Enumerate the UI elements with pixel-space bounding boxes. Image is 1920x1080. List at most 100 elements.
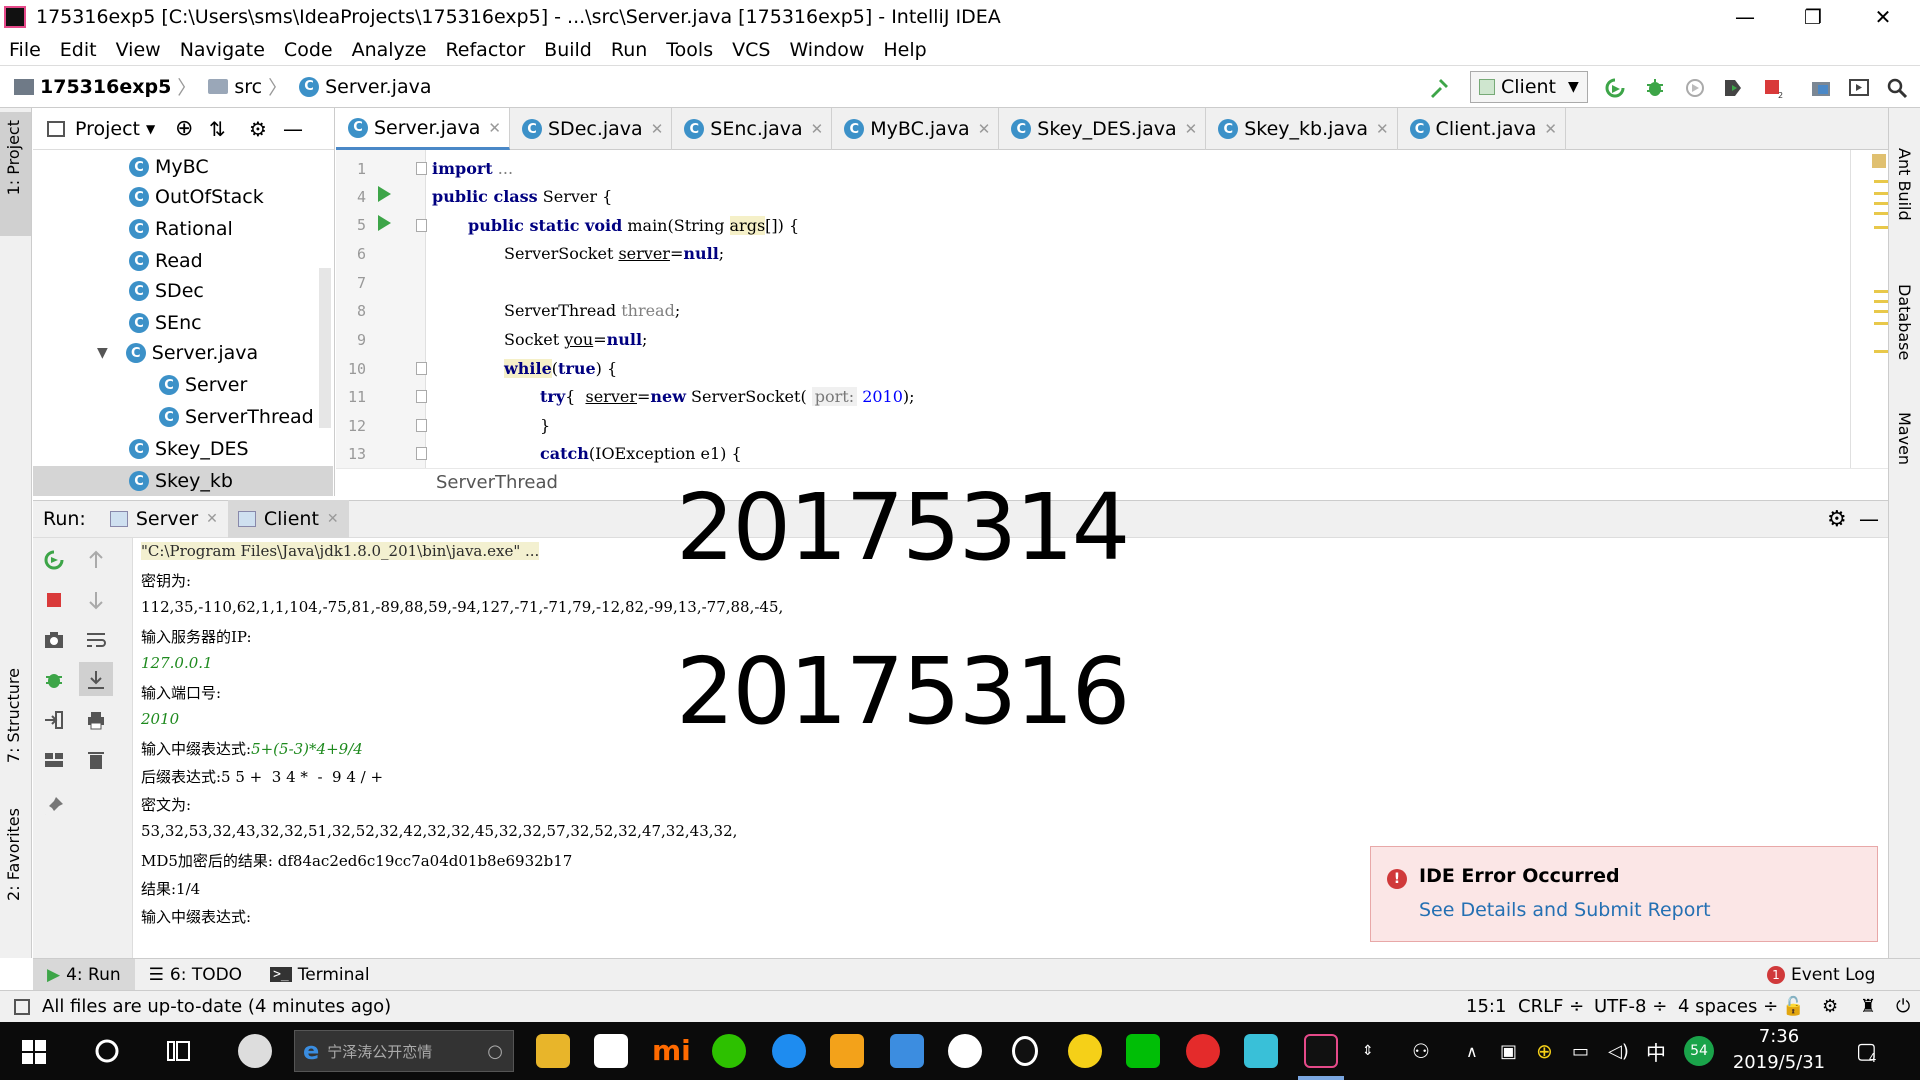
pin-icon[interactable] xyxy=(42,794,66,818)
video-player-icon[interactable] xyxy=(772,1034,806,1068)
warning-mark[interactable] xyxy=(1874,300,1888,303)
tree-item-rational[interactable]: C Rational xyxy=(129,214,233,244)
structure-tool-label[interactable]: 7: Structure xyxy=(4,668,23,763)
task-view-icon[interactable] xyxy=(166,1038,194,1064)
ant-build-tool-label[interactable]: Ant Build xyxy=(1895,148,1914,221)
stop-icon[interactable] xyxy=(42,588,66,612)
hide-panel-icon[interactable]: — xyxy=(283,117,303,141)
collapse-all-icon[interactable]: ⇅ xyxy=(209,117,226,141)
maven-tool-label[interactable]: Maven xyxy=(1895,412,1914,465)
tab-client-java[interactable]: C Client.java ✕ xyxy=(1398,108,1566,150)
wechat-icon[interactable] xyxy=(712,1034,746,1068)
close-button[interactable]: ✕ xyxy=(1846,0,1920,34)
tab-senc-java[interactable]: C SEnc.java ✕ xyxy=(672,108,833,150)
fold-marker-icon[interactable] xyxy=(416,419,427,432)
warning-mark[interactable] xyxy=(1874,202,1888,205)
taskbar-search-box[interactable]: e 宁泽涛公开恋情 ○ xyxy=(294,1030,514,1072)
tab-server-java[interactable]: C Server.java ✕ xyxy=(336,108,510,150)
battery-icon[interactable]: ▭ xyxy=(1572,1022,1589,1080)
tree-item-mybc[interactable]: C MyBC xyxy=(129,152,209,182)
tree-item-server[interactable]: C Server xyxy=(159,370,247,400)
warning-mark[interactable] xyxy=(1874,192,1888,195)
music-app-icon[interactable] xyxy=(1068,1034,1102,1068)
show-hidden-icons[interactable]: ∧ xyxy=(1466,1022,1478,1080)
arrow-down-icon[interactable] xyxy=(84,588,108,612)
menu-navigate[interactable]: Navigate xyxy=(171,39,275,61)
run-class-gutter-icon[interactable] xyxy=(378,186,391,202)
run-tab-server[interactable]: Server ✕ xyxy=(100,500,228,538)
login-icon[interactable] xyxy=(42,708,66,732)
soft-wrap-icon[interactable] xyxy=(84,628,108,652)
memory-indicator-icon[interactable]: ⏻ xyxy=(1896,996,1910,1017)
build-hammer-icon[interactable] xyxy=(1428,77,1450,99)
clock-date[interactable]: 2019/5/31 xyxy=(1724,1052,1834,1073)
tab-skey-kb-java[interactable]: C Skey_kb.java ✕ xyxy=(1206,108,1398,150)
menu-refactor[interactable]: Refactor xyxy=(436,39,535,61)
close-icon[interactable]: ✕ xyxy=(651,120,664,138)
minimize-button[interactable]: — xyxy=(1708,0,1782,34)
volume-icon[interactable]: ◁) xyxy=(1608,1022,1629,1080)
fold-marker-icon[interactable] xyxy=(416,162,427,175)
editor-error-stripe[interactable] xyxy=(1870,150,1888,468)
rerun-icon[interactable] xyxy=(1604,77,1626,99)
run-tool-button[interactable]: ▶ 4: Run xyxy=(33,958,135,991)
scroll-to-end-icon[interactable] xyxy=(84,668,108,692)
hide-panel-icon[interactable]: — xyxy=(1859,507,1879,531)
tree-item-sdec[interactable]: C SDec xyxy=(129,276,204,306)
submit-report-link[interactable]: See Details and Submit Report xyxy=(1419,899,1711,921)
arrow-up-icon[interactable] xyxy=(84,548,108,572)
menu-help[interactable]: Help xyxy=(874,39,936,61)
ide-error-notification[interactable]: ! IDE Error Occurred See Details and Sub… xyxy=(1370,846,1878,942)
tray-app-icon[interactable]: ▣ xyxy=(1500,1022,1517,1080)
close-icon[interactable]: ✕ xyxy=(488,119,501,137)
intellij-taskbar-icon[interactable] xyxy=(1304,1034,1338,1068)
clock-time[interactable]: 7:36 xyxy=(1724,1026,1834,1047)
project-tool-label[interactable]: 1: Project xyxy=(4,120,23,195)
project-scrollbar[interactable] xyxy=(319,268,331,428)
tree-item-read[interactable]: C Read xyxy=(129,246,203,276)
tree-item-serverthread[interactable]: C ServerThread xyxy=(159,402,314,432)
presentation-icon[interactable] xyxy=(1848,77,1870,99)
netease-music-icon[interactable] xyxy=(1186,1034,1220,1068)
close-icon[interactable]: ✕ xyxy=(1544,120,1557,138)
lock-icon[interactable]: 🔓 xyxy=(1782,996,1804,1017)
warning-mark[interactable] xyxy=(1874,212,1888,215)
tab-sdec-java[interactable]: C SDec.java ✕ xyxy=(510,108,673,150)
indent-select[interactable]: 4 spaces ÷ xyxy=(1678,996,1778,1017)
code-editor[interactable]: 1 4 5 6 7 8 9 10 11 12 13 import ... pub… xyxy=(336,150,1888,496)
tree-item-server-java[interactable]: ▼ C Server.java xyxy=(97,338,258,368)
close-icon[interactable]: ✕ xyxy=(811,120,824,138)
fold-marker-icon[interactable] xyxy=(416,362,427,375)
menu-vcs[interactable]: VCS xyxy=(723,39,780,61)
menu-analyze[interactable]: Analyze xyxy=(343,39,437,61)
database-tool-label[interactable]: Database xyxy=(1895,284,1914,360)
tree-item-skey-kb[interactable]: C Skey_kb xyxy=(129,466,233,496)
menu-tools[interactable]: Tools xyxy=(657,39,723,61)
gear-icon[interactable]: ⚙ xyxy=(249,117,267,141)
breadcrumb-src[interactable]: src 〉 xyxy=(208,73,293,100)
baidu-netdisk-icon[interactable] xyxy=(948,1034,982,1068)
windows-start-icon[interactable] xyxy=(22,1040,46,1064)
debug-bug-icon[interactable] xyxy=(42,668,66,692)
print-icon[interactable] xyxy=(84,708,108,732)
debug-bug-icon[interactable] xyxy=(1644,77,1666,99)
search-icon[interactable] xyxy=(1886,77,1908,99)
fold-marker-icon[interactable] xyxy=(416,219,427,232)
warning-mark[interactable] xyxy=(1874,180,1888,183)
warning-mark[interactable] xyxy=(1874,226,1888,229)
qq-icon[interactable] xyxy=(1008,1034,1042,1068)
menu-code[interactable]: Code xyxy=(275,39,343,61)
project-structure-icon[interactable] xyxy=(1810,77,1832,99)
menu-build[interactable]: Build xyxy=(535,39,602,61)
menu-view[interactable]: View xyxy=(107,39,171,61)
project-panel-title[interactable]: Project xyxy=(75,118,140,140)
locate-target-icon[interactable]: ⊕ xyxy=(175,116,193,141)
coverage-icon[interactable] xyxy=(1684,77,1706,99)
chevron-down-icon[interactable]: ▼ xyxy=(146,122,155,136)
tree-item-senc[interactable]: C SEnc xyxy=(129,308,202,338)
gear-icon[interactable]: ⚙ xyxy=(1827,507,1847,532)
todo-tool-button[interactable]: ☰ 6: TODO xyxy=(135,959,256,991)
people-icon[interactable]: ⚇ xyxy=(1412,1022,1430,1080)
mi-icon[interactable]: mi xyxy=(652,1034,691,1068)
tab-mybc-java[interactable]: C MyBC.java ✕ xyxy=(832,108,1000,150)
